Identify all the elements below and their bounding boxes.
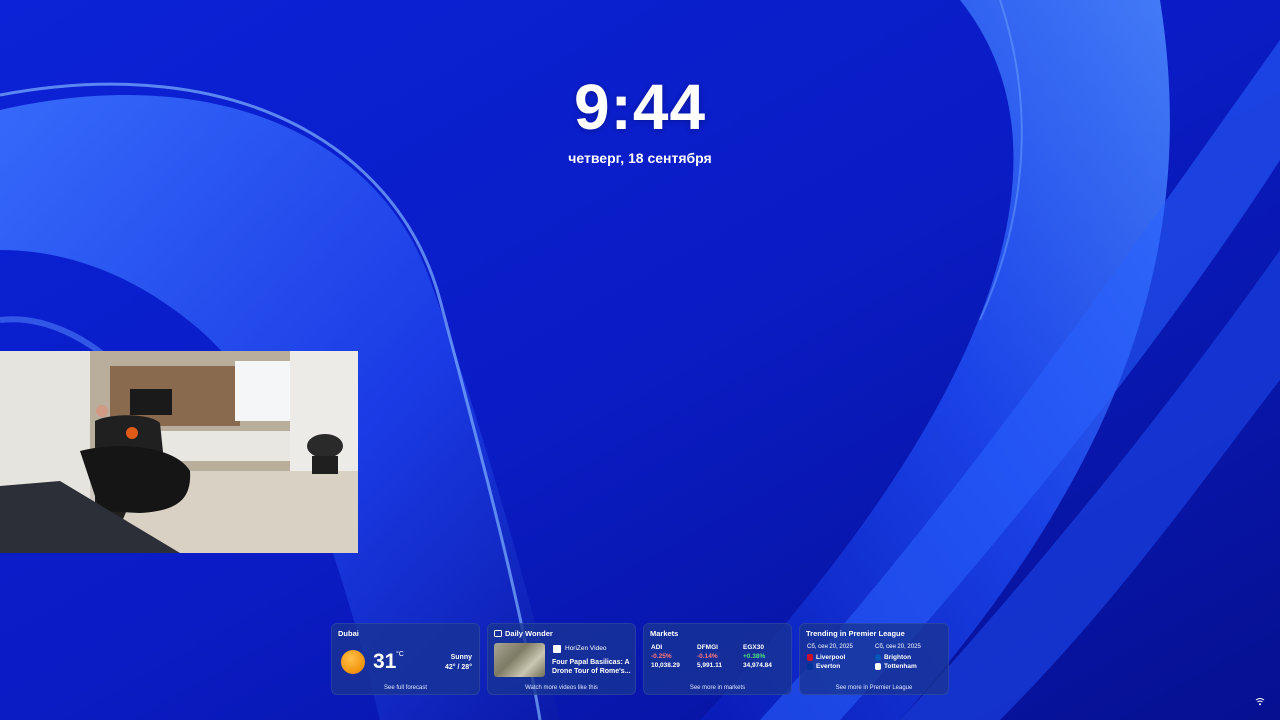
market-value: 10,038.29	[651, 662, 680, 669]
video-source-icon	[553, 645, 561, 653]
market-item[interactable]: DFMGI -0.14% 5,991.11	[697, 643, 722, 670]
match-card[interactable]: Сб, сен 20, 2025 Liverpool Everton	[807, 643, 853, 672]
markets-widget[interactable]: Markets ADI -0.25% 10,038.29 DFMGI -0.14…	[643, 623, 792, 695]
weather-condition: Sunny	[450, 654, 472, 661]
market-change: +0.38%	[743, 653, 766, 660]
video-more-link[interactable]: Watch more videos like this	[487, 685, 636, 691]
camera-preview	[0, 351, 358, 553]
markets-more-link[interactable]: See more in markets	[643, 685, 792, 691]
market-change: -0.25%	[651, 653, 672, 660]
market-item[interactable]: ADI -0.25% 10,038.29	[651, 643, 680, 670]
weather-high-low: 42° / 28°	[444, 664, 472, 671]
markets-title: Markets	[650, 629, 679, 638]
network-icon[interactable]	[1255, 697, 1265, 706]
home-team: Brighton	[884, 653, 912, 661]
video-source: HoriZen Video	[565, 645, 607, 652]
match-card[interactable]: Сб, сен 20, 2025 Brighton Tottenham	[875, 643, 921, 672]
weather-widget[interactable]: Dubai 31 °C Sunny 42° / 28° See full for…	[331, 623, 480, 695]
sun-icon	[341, 650, 365, 674]
everton-crest-icon	[807, 663, 813, 671]
sports-widget[interactable]: Trending in Premier League Сб, сен 20, 2…	[799, 623, 949, 695]
match-date: Сб, сен 20, 2025	[875, 644, 921, 650]
weather-temperature: 31	[373, 650, 397, 673]
tottenham-crest-icon	[875, 663, 881, 671]
weather-condition-block: Sunny 42° / 28°	[445, 653, 472, 673]
widgets-bar: Dubai 31 °C Sunny 42° / 28° See full for…	[331, 623, 949, 695]
video-icon	[494, 630, 502, 637]
market-symbol: DFMGI	[697, 644, 718, 651]
market-symbol: EGX30	[743, 644, 764, 651]
away-team: Everton	[816, 663, 841, 670]
liverpool-crest-icon	[807, 653, 813, 661]
weather-location: Dubai	[338, 629, 359, 638]
match-date: Сб, сен 20, 2025	[807, 644, 853, 650]
video-headline[interactable]: Four Papal Basilicas: A Drone Tour of Ro…	[552, 658, 632, 676]
market-value: 5,991.11	[697, 662, 722, 669]
lock-screen-date: четверг, 18 сентября	[568, 150, 712, 166]
weather-forecast-link[interactable]: See full forecast	[331, 685, 480, 691]
lock-screen-time: 9:44	[573, 71, 707, 143]
market-item[interactable]: EGX30 +0.38% 34,974.84	[743, 643, 772, 670]
away-team: Tottenham	[884, 663, 917, 670]
market-change: -0.14%	[697, 653, 718, 660]
sports-title: Trending in Premier League	[806, 629, 905, 638]
video-widget[interactable]: Daily Wonder HoriZen Video Four Papal Ba…	[487, 623, 636, 695]
brighton-crest-icon	[875, 653, 881, 661]
home-team: Liverpool	[816, 653, 846, 661]
sports-more-link[interactable]: See more in Premier League	[799, 685, 949, 691]
video-widget-title: Daily Wonder	[505, 629, 553, 638]
market-value: 34,974.84	[743, 662, 772, 669]
video-thumbnail[interactable]	[494, 643, 545, 677]
weather-unit: °C	[396, 651, 404, 658]
market-symbol: ADI	[651, 644, 663, 651]
